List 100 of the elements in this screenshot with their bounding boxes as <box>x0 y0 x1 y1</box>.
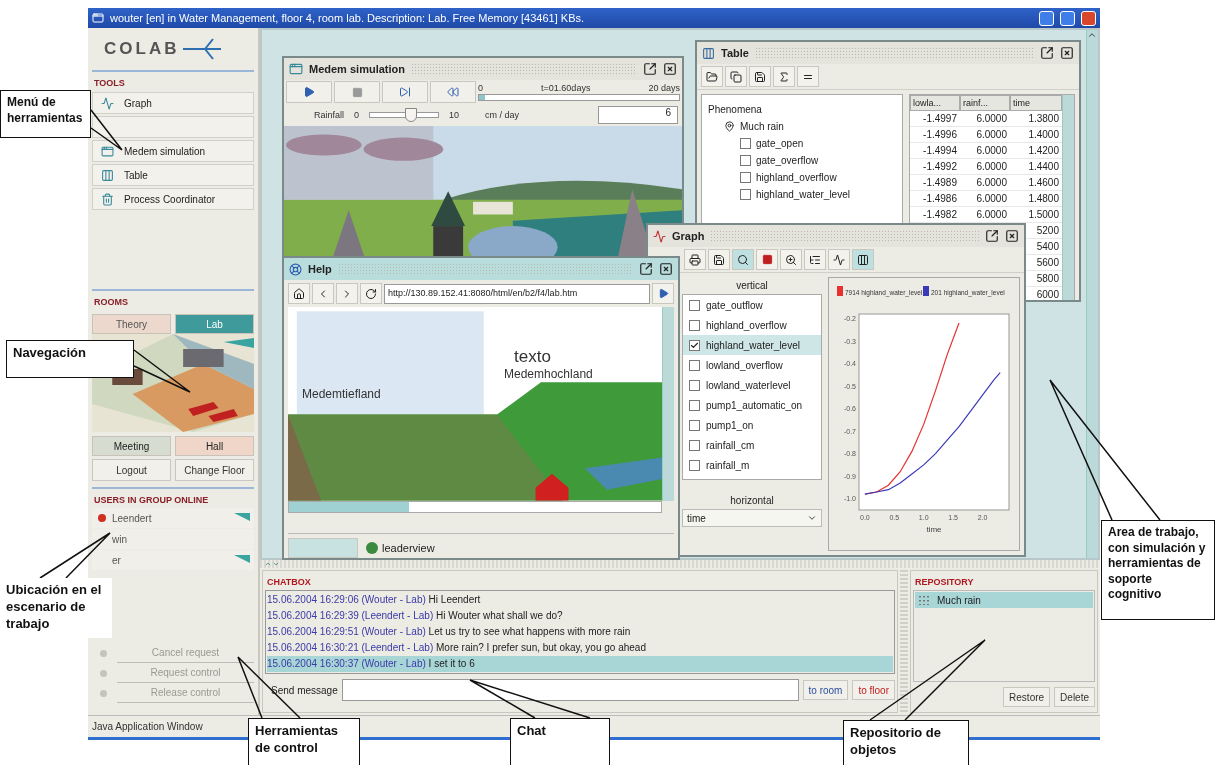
variable-item[interactable]: lowland_waterlevel <box>683 375 821 395</box>
tool-button[interactable] <box>92 116 254 138</box>
variable-item[interactable]: lowland_overflow <box>683 355 821 375</box>
restore-icon[interactable] <box>639 262 653 276</box>
maximize-button[interactable] <box>1060 10 1075 26</box>
variable-item[interactable]: pump1_automatic_on <box>683 395 821 415</box>
search-icon[interactable] <box>732 249 754 270</box>
stop-icon <box>351 86 363 98</box>
go-icon[interactable] <box>652 283 674 305</box>
variable-item[interactable]: rainfall_m <box>683 455 821 475</box>
room-door-button[interactable]: Meeting <box>92 436 171 456</box>
checkbox[interactable] <box>740 189 751 200</box>
tree-item[interactable]: Phenomena <box>708 104 762 115</box>
expand-icon[interactable] <box>272 560 280 568</box>
minimize-button[interactable] <box>1039 10 1054 26</box>
tool-button[interactable]: Medem simulation <box>92 140 254 162</box>
to-room-button[interactable]: to room <box>802 680 849 700</box>
splitter-handle[interactable] <box>900 570 908 713</box>
play-button[interactable] <box>286 81 332 103</box>
scrollbar[interactable] <box>1086 30 1098 558</box>
variable-item[interactable]: pump1_on <box>683 415 821 435</box>
checkbox[interactable] <box>689 299 700 311</box>
print-icon[interactable] <box>684 249 706 270</box>
equals-icon[interactable] <box>797 66 819 87</box>
restore-icon[interactable] <box>643 62 657 76</box>
zoom-in-icon[interactable] <box>780 249 802 270</box>
save-icon[interactable] <box>749 66 771 87</box>
change-floor-button[interactable]: Change Floor <box>175 459 254 481</box>
tree-item[interactable]: highland_water_level <box>756 189 850 200</box>
variable-item[interactable]: highland_water_level <box>683 335 821 355</box>
collapse-icon[interactable] <box>264 560 272 568</box>
save-icon[interactable] <box>708 249 730 270</box>
column-header[interactable]: lowla... <box>910 95 960 111</box>
stop-button[interactable] <box>334 81 380 103</box>
tree-item[interactable]: gate_overflow <box>756 155 819 166</box>
checkbox[interactable] <box>689 439 700 451</box>
close-icon[interactable] <box>663 62 677 76</box>
checkbox[interactable] <box>689 359 700 371</box>
close-icon[interactable] <box>659 262 673 276</box>
user-row[interactable]: win <box>92 529 254 549</box>
open-icon[interactable] <box>701 66 723 87</box>
tree-icon[interactable] <box>804 249 826 270</box>
tree-item[interactable]: Much rain <box>740 121 784 132</box>
user-row[interactable]: er <box>92 550 254 570</box>
scroll-up-icon[interactable] <box>1087 30 1097 40</box>
variable-item[interactable]: rainfall_cm <box>683 435 821 455</box>
chat-message[interactable]: 15.06.2004 16:30:21 (Leendert - Lab) More rain? I prefer sun, but okay, you go ahead <box>267 640 893 656</box>
checkbox[interactable] <box>689 339 700 351</box>
rewind-button[interactable] <box>430 81 476 103</box>
step-button[interactable] <box>382 81 428 103</box>
checkbox[interactable] <box>689 379 700 391</box>
tree-item[interactable]: highland_overflow <box>756 172 837 183</box>
tool-button[interactable]: Graph <box>92 92 254 114</box>
restore-button[interactable]: Restore <box>1003 687 1051 707</box>
user-row[interactable]: Leendert <box>92 508 254 528</box>
repository-item[interactable]: Much rain <box>915 592 1093 608</box>
logout-button[interactable]: Logout <box>92 459 171 481</box>
restore-icon[interactable] <box>1040 46 1054 60</box>
home-icon[interactable] <box>288 283 310 305</box>
close-icon[interactable] <box>1060 46 1074 60</box>
sigma-icon[interactable] <box>773 66 795 87</box>
scrollbar[interactable] <box>662 307 674 501</box>
checkbox[interactable] <box>689 319 700 331</box>
checkbox[interactable] <box>740 138 751 149</box>
chart-icon[interactable] <box>828 249 850 270</box>
close-button[interactable] <box>1081 10 1096 26</box>
url-field[interactable]: http://130.89.152.41:8080/html/en/b2/f4/lab.htm <box>384 283 650 304</box>
table-icon[interactable] <box>852 249 874 270</box>
slider-thumb[interactable] <box>404 108 417 122</box>
delete-button[interactable]: Delete <box>1054 687 1095 707</box>
tab-label[interactable]: leaderview <box>382 542 435 554</box>
rainfall-spinner[interactable]: 6 <box>598 106 678 124</box>
checkbox[interactable] <box>740 155 751 166</box>
checkbox[interactable] <box>689 419 700 431</box>
scrollbar[interactable] <box>1062 95 1074 300</box>
column-header[interactable]: time <box>1010 95 1062 111</box>
message-input[interactable] <box>341 679 799 701</box>
variable-item[interactable]: highland_overflow <box>683 315 821 335</box>
room-door-button[interactable]: Hall <box>175 436 254 456</box>
tool-button[interactable]: Process Coordinator <box>92 188 254 210</box>
restore-icon[interactable] <box>985 229 999 243</box>
checkbox[interactable] <box>689 459 700 471</box>
checkbox[interactable] <box>689 399 700 411</box>
to-floor-button[interactable]: to floor <box>852 680 895 700</box>
column-header[interactable]: rainf... <box>960 95 1010 111</box>
chat-message[interactable]: 15.06.2004 16:30:37 (Wouter - Lab) I set it to 6 <box>267 656 893 672</box>
tool-button[interactable]: Table <box>92 164 254 186</box>
chat-message[interactable]: 15.06.2004 16:29:51 (Wouter - Lab) Let us try to see what happens with more rain <box>267 624 893 640</box>
stop-icon[interactable] <box>756 249 778 270</box>
close-icon[interactable] <box>1005 229 1019 243</box>
tree-item[interactable]: gate_open <box>756 138 804 149</box>
pin-icon[interactable] <box>724 121 735 132</box>
variable-item[interactable]: gate_outflow <box>683 295 821 315</box>
trash-icon <box>101 192 114 206</box>
chat-message[interactable]: 15.06.2004 16:29:06 (Wouter - Lab) Hi Leendert <box>267 592 893 608</box>
axis-dropdown[interactable]: time <box>682 509 822 527</box>
room-tab[interactable]: Theory <box>92 314 171 334</box>
reload-icon[interactable] <box>360 283 382 305</box>
chat-message[interactable]: 15.06.2004 16:29:39 (Leendert - Lab) Hi Wouter what shall we do? <box>267 608 893 624</box>
checkbox[interactable] <box>740 172 751 183</box>
